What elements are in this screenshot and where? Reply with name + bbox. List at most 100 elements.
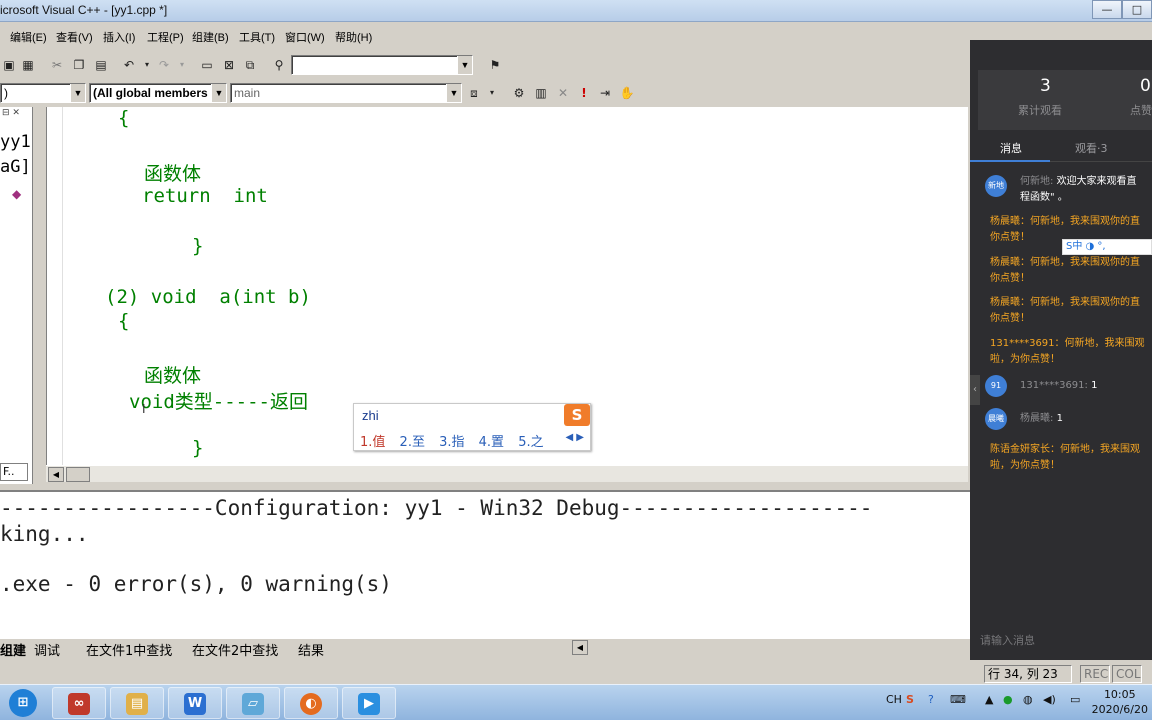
menu-window[interactable]: 窗口(W) [285,29,325,45]
ime-candidate[interactable]: 3.指 [439,435,464,450]
tab-scroll-left-icon[interactable]: ◀ [572,640,588,655]
likes-count: 0 [1140,76,1151,96]
tab-viewers[interactable]: 观看·3 [1075,140,1108,156]
system-clock[interactable]: 10:05 2020/6/20 [1092,687,1148,717]
taskbar-app-live[interactable]: ▶ [342,687,396,719]
function-node-icon[interactable]: ◆ [12,187,21,201]
find-in-files-icon[interactable]: ⚲ [270,56,288,74]
ime-candidate[interactable]: 4.置 [479,435,504,450]
tab-debug[interactable]: 调试 [34,640,60,659]
stop-build-icon[interactable]: ✕ [554,84,572,102]
code-line[interactable]: 函数体 [144,159,201,186]
maximize-button[interactable]: □ [1122,0,1152,19]
find-combo[interactable]: ▼ [291,55,473,75]
taskbar-app-vc[interactable]: ∞ [52,687,106,719]
network-tray-icon[interactable]: ◍ [1023,693,1033,706]
tab-build[interactable]: 组建 [0,640,26,659]
code-line[interactable]: } [192,437,203,459]
go-icon[interactable]: ⇥ [596,84,614,102]
undo-dropdown-icon[interactable]: ▾ [138,56,156,74]
ime-candidate[interactable]: 5.之 [518,435,543,450]
collapse-panel-icon[interactable]: ‹ [970,375,980,405]
taskbar-app-firefox[interactable]: ◐ [284,687,338,719]
workspace-icon[interactable]: ▭ [198,56,216,74]
show-hidden-icon[interactable]: ▲ [985,693,993,706]
find-icon[interactable]: ⚑ [486,56,504,74]
tab-find2[interactable]: 在文件2中查找 [192,640,278,659]
wizard-action-icon[interactable]: ⧈ [465,84,483,102]
ime-candidate[interactable]: 1.值 [360,435,385,450]
avatar: 新地 [985,175,1007,197]
chat-text: 杨晨曦：何新地，我来围观你的直 [990,297,1140,308]
menu-view[interactable]: 查看(V) [56,29,93,45]
redo-dropdown-icon[interactable]: ▾ [173,56,191,74]
function-combo[interactable]: main ▼ [230,83,462,103]
execute-icon[interactable]: ! [575,84,593,102]
chat-text-cont: 你点赞！ [990,313,1030,324]
scroll-left-icon[interactable]: ◀ [48,467,64,482]
menu-tools[interactable]: 工具(T) [239,29,275,45]
volume-tray-icon[interactable]: ◀) [1043,693,1056,706]
save-all-icon[interactable]: ▦ [19,56,37,74]
sogou-tray-icon[interactable]: S [906,693,914,706]
chevron-down-icon[interactable]: ▼ [70,84,85,102]
window-list-icon[interactable]: ⧉ [241,56,259,74]
menu-edit[interactable]: 编辑(E) [10,29,47,45]
ime-page-icon[interactable]: ◀ ▶ [565,432,584,443]
scroll-thumb[interactable] [66,467,90,482]
display-tray-icon[interactable]: ▭ [1070,693,1080,706]
save-icon[interactable]: ▣ [0,56,18,74]
copy-icon[interactable]: ❐ [70,56,88,74]
help-tray-icon[interactable]: ? [928,693,934,706]
tray-language[interactable]: CH [886,693,902,706]
chevron-down-icon[interactable]: ▼ [446,84,461,102]
class-combo[interactable]: ) ▼ [0,83,86,103]
chat-input[interactable]: 请输入消息 [980,632,1035,648]
menu-help[interactable]: 帮助(H) [335,29,372,45]
ime-tray-icon[interactable]: ⌨ [950,693,966,706]
code-line[interactable]: 函数体 [144,361,201,388]
taskbar-app-notes[interactable]: ▱ [226,687,280,719]
code-line[interactable]: return int [142,185,268,207]
members-combo[interactable]: (All global members ▼ [89,83,227,103]
compile-icon[interactable]: ⚙ [510,84,528,102]
chevron-down-icon[interactable]: ▼ [457,56,472,74]
tab-results[interactable]: 结果 [298,640,324,659]
breakpoint-icon[interactable]: ✋ [618,84,636,102]
chat-text-cont: 你点赞！ [990,273,1030,284]
start-button[interactable]: ⊞ [0,687,46,719]
tab-messages[interactable]: 消息 [1000,140,1022,156]
ime-status-bar[interactable]: S中 ◑ °, [1062,239,1152,255]
workspace-item[interactable]: aG] [0,157,31,177]
taskbar-app-explorer[interactable]: ▤ [110,687,164,719]
chevron-down-icon[interactable]: ▼ [211,84,226,102]
code-line[interactable]: void类型-----返回 [129,387,308,414]
tab-find1[interactable]: 在文件1中查找 [86,640,172,659]
ime-candidate[interactable]: 2.至 [400,435,425,450]
live-chat-panel: 3 累计观看 0 点赞 消息 观看·3 新地 何新地: 欢迎大家来观看直 程函数… [970,40,1152,660]
build-icon[interactable]: ▥ [532,84,550,102]
code-line[interactable]: { [118,107,129,129]
menu-build[interactable]: 组建(B) [192,29,229,45]
workspace-tab-fileview[interactable]: F.. [0,463,28,481]
undo-icon[interactable]: ↶ [120,56,138,74]
menu-project[interactable]: 工程(P) [147,29,184,45]
wizard-dropdown-icon[interactable]: ▾ [483,84,501,102]
workspace-project[interactable]: yy1 [0,132,31,152]
taskbar-app-word[interactable]: W [168,687,222,719]
output-window-icon[interactable]: ⊠ [220,56,238,74]
folder-icon: ▤ [126,693,148,715]
redo-icon[interactable]: ↷ [155,56,173,74]
code-line[interactable]: } [192,235,203,257]
code-line[interactable]: (2) void a(int b) [105,286,311,308]
code-line[interactable]: { [118,310,129,332]
security-tray-icon[interactable]: ● [1003,693,1013,706]
cut-icon[interactable]: ✂ [48,56,66,74]
editor-hscrollbar[interactable]: ◀ [46,465,968,482]
paste-icon[interactable]: ▤ [92,56,110,74]
minimize-button[interactable]: — [1092,0,1122,19]
menu-insert[interactable]: 插入(I) [103,29,135,45]
notebook-icon: ▱ [242,693,264,715]
pane-close-icon[interactable]: ⊟ ✕ [2,108,20,118]
output-tabs: 组建 调试 在文件1中查找 在文件2中查找 结果 ◀ [0,639,970,659]
